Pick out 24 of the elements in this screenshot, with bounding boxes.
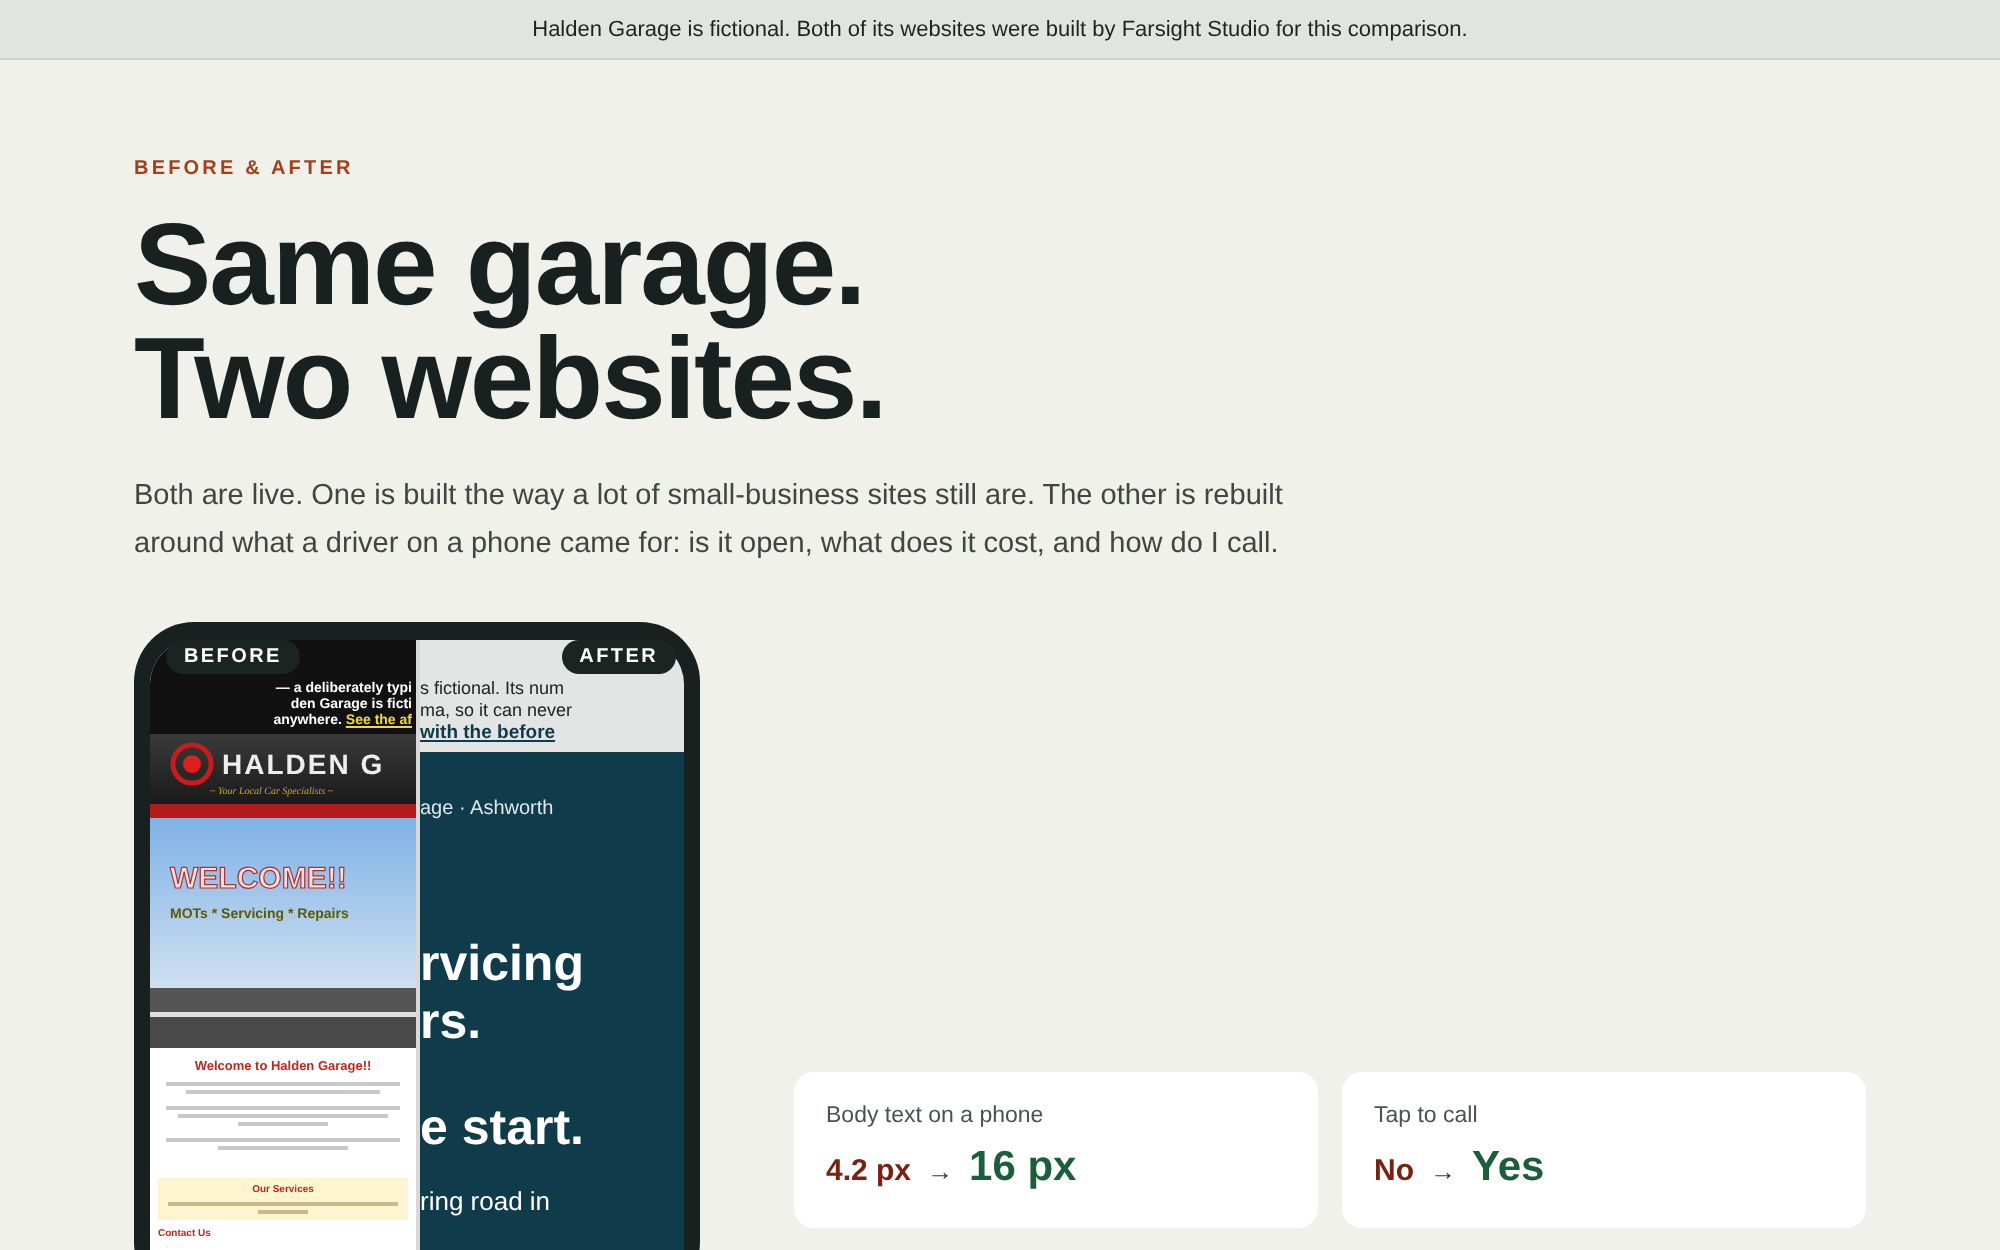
headline: rvicing [420,936,586,994]
headline: e start. [420,1100,586,1158]
eyebrow-label: BEFORE & AFTER [134,158,356,180]
after-value: 16 px [969,1144,1077,1192]
logo-text: HALDEN G [222,747,385,779]
target-logo-icon [170,741,214,785]
after-value: Yes [1472,1144,1545,1192]
before-value: No [1374,1154,1414,1188]
welcome-heading: WELCOME!! [170,862,349,896]
arrow-icon: → [1430,1156,1456,1186]
notice-text: s fictional. Its num [420,678,567,700]
before-value: 4.2 px [826,1154,912,1188]
notice-text: ma, so it can never [420,700,575,722]
stat-label: Tap to call [1374,1104,1480,1128]
notice-link[interactable]: with the before [420,722,556,744]
version-badge: BEFORE [166,640,300,674]
stat-label: Body text on a phone [826,1104,1046,1128]
banner-text: Halden Garage is fictional. Both of its websites were built by Farsight Studio for this comparison. [532,17,1468,41]
location-text: age · Ashworth [420,798,556,820]
body-text: ring road in [420,1186,553,1216]
headline: rs. [420,994,484,1052]
version-badge: AFTER [561,640,676,674]
arrow-icon: → [927,1156,954,1186]
intro-paragraph: Both are live. One is built the way a lot of small-business sites still are. The other is rebuilt around what a driver on a phone came for: is it open, what does it cost, and how do I call. [134,478,1285,564]
